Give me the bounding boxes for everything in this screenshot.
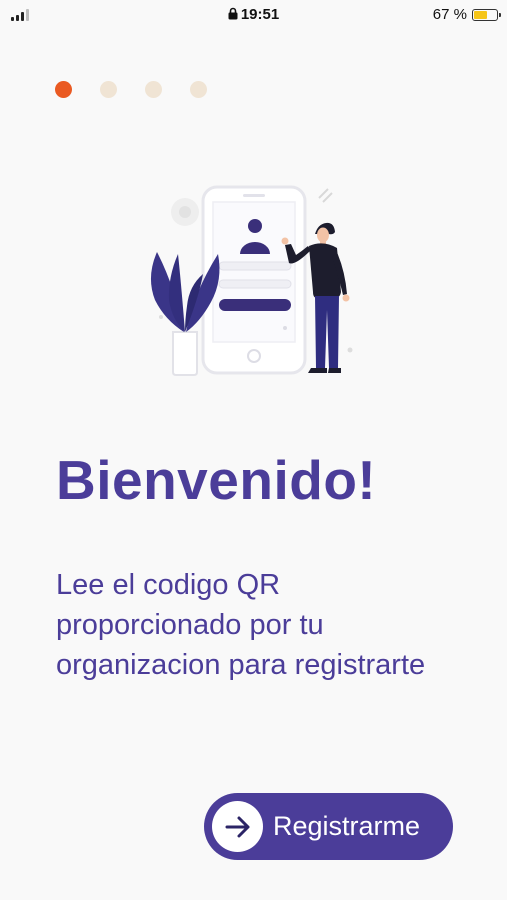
page-subtitle: Lee el codigo QR proporcionado por tu or…: [56, 569, 426, 681]
lock-icon: [228, 7, 238, 20]
battery-fill: [474, 10, 488, 19]
page-title: Bienvenido!: [56, 449, 377, 511]
page-dot-4: [190, 81, 207, 98]
page-dot-2: [100, 81, 117, 98]
battery-status: 67 %: [432, 6, 501, 23]
status-clock: 19:51: [0, 6, 507, 23]
battery-percent: 67 %: [432, 6, 467, 23]
status-time: 19:51: [240, 6, 280, 23]
page-indicator: [55, 81, 207, 98]
person-with-phone-illustration: [145, 182, 375, 380]
page-dot-1: [55, 81, 72, 98]
battery-icon: [472, 8, 501, 21]
page-dot-3: [145, 81, 162, 98]
register-button[interactable]: Registrarme: [204, 793, 453, 860]
status-bar: 19:51 67 %: [0, 0, 507, 30]
arrow-right-icon: [212, 801, 263, 852]
register-button-label: Registrarme: [273, 811, 421, 841]
